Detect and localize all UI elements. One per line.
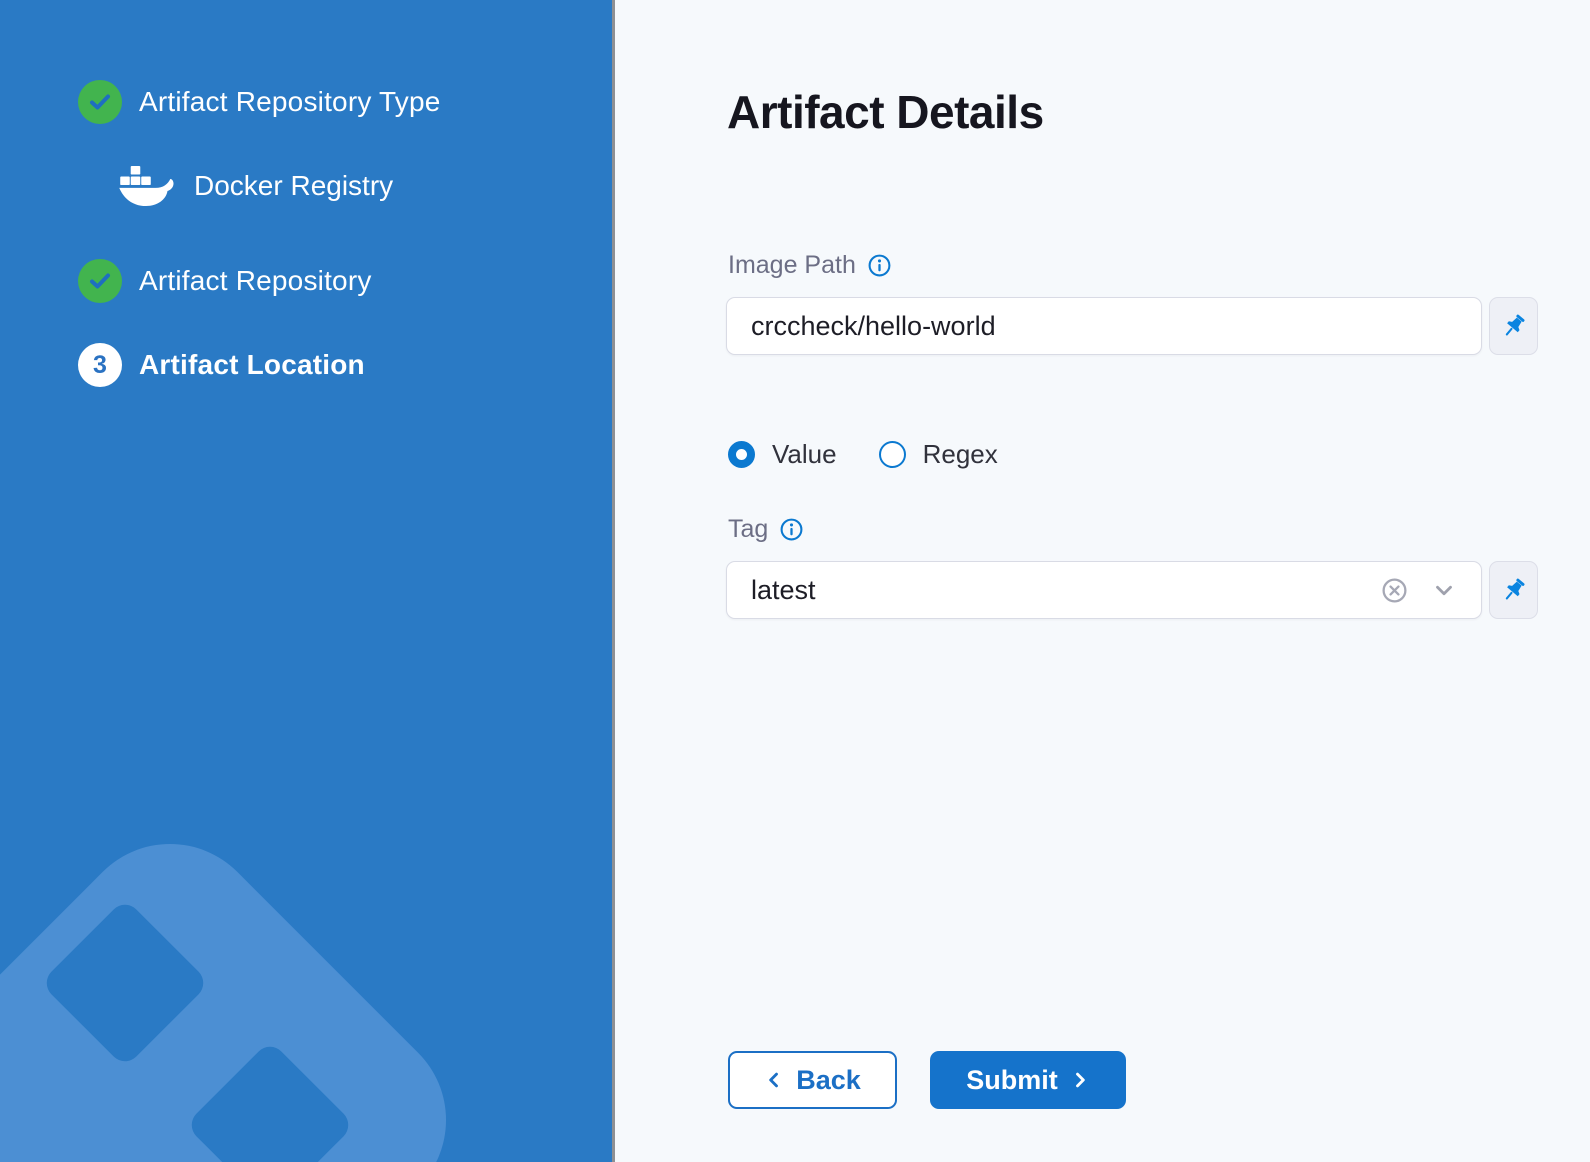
radio-label: Regex: [923, 439, 998, 470]
radio-label: Value: [772, 439, 837, 470]
clear-icon[interactable]: [1380, 576, 1409, 605]
step-label: Artifact Repository Type: [139, 86, 441, 118]
page-title: Artifact Details: [727, 84, 1044, 140]
sidebar-step-artifact-repository[interactable]: Artifact Repository: [78, 259, 372, 303]
info-icon[interactable]: [779, 517, 804, 542]
wizard-footer-buttons: Back Submit: [728, 1051, 1126, 1109]
sidebar-step-artifact-location[interactable]: 3 Artifact Location: [78, 343, 365, 387]
image-path-field-row: [726, 297, 1538, 355]
image-path-label-row: Image Path: [728, 251, 892, 280]
radio-selected-icon: [728, 441, 755, 468]
step-label: Artifact Location: [139, 349, 365, 381]
check-circle-icon: [78, 259, 122, 303]
chevron-right-icon: [1070, 1070, 1090, 1090]
tag-input[interactable]: [751, 575, 1358, 606]
image-path-input-wrap: [726, 297, 1482, 355]
radio-option-value[interactable]: Value: [728, 439, 837, 470]
artifact-details-panel: Artifact Details Image Path Value: [618, 0, 1590, 1162]
step-number-badge: 3: [78, 343, 122, 387]
wizard-sidebar: Artifact Repository Type Docker Registry…: [0, 0, 615, 1162]
tag-label: Tag: [728, 515, 768, 544]
tag-label-row: Tag: [728, 515, 804, 544]
image-path-label: Image Path: [728, 251, 856, 280]
chevron-left-icon: [764, 1070, 784, 1090]
step-label: Artifact Repository: [139, 265, 372, 297]
value-regex-radio-group: Value Regex: [728, 439, 998, 470]
tag-input-wrap: [726, 561, 1482, 619]
back-button[interactable]: Back: [728, 1051, 897, 1109]
pin-icon: [1500, 313, 1527, 340]
submit-button[interactable]: Submit: [930, 1051, 1126, 1109]
chevron-down-icon[interactable]: [1431, 577, 1457, 603]
docker-whale-icon: [118, 165, 174, 207]
submit-button-label: Submit: [966, 1065, 1058, 1096]
substep-label: Docker Registry: [194, 170, 393, 202]
back-button-label: Back: [796, 1065, 861, 1096]
info-icon[interactable]: [867, 253, 892, 278]
sidebar-step-artifact-repository-type[interactable]: Artifact Repository Type: [78, 80, 441, 124]
radio-option-regex[interactable]: Regex: [879, 439, 998, 470]
radio-unselected-icon: [879, 441, 906, 468]
tag-field-row: [726, 561, 1538, 619]
harness-logo-watermark: [0, 762, 615, 1162]
sidebar-substep-docker-registry[interactable]: Docker Registry: [118, 164, 393, 208]
pin-button[interactable]: [1489, 561, 1538, 619]
pin-button[interactable]: [1489, 297, 1538, 355]
check-circle-icon: [78, 80, 122, 124]
image-path-input[interactable]: [751, 311, 1457, 342]
pin-icon: [1500, 577, 1527, 604]
